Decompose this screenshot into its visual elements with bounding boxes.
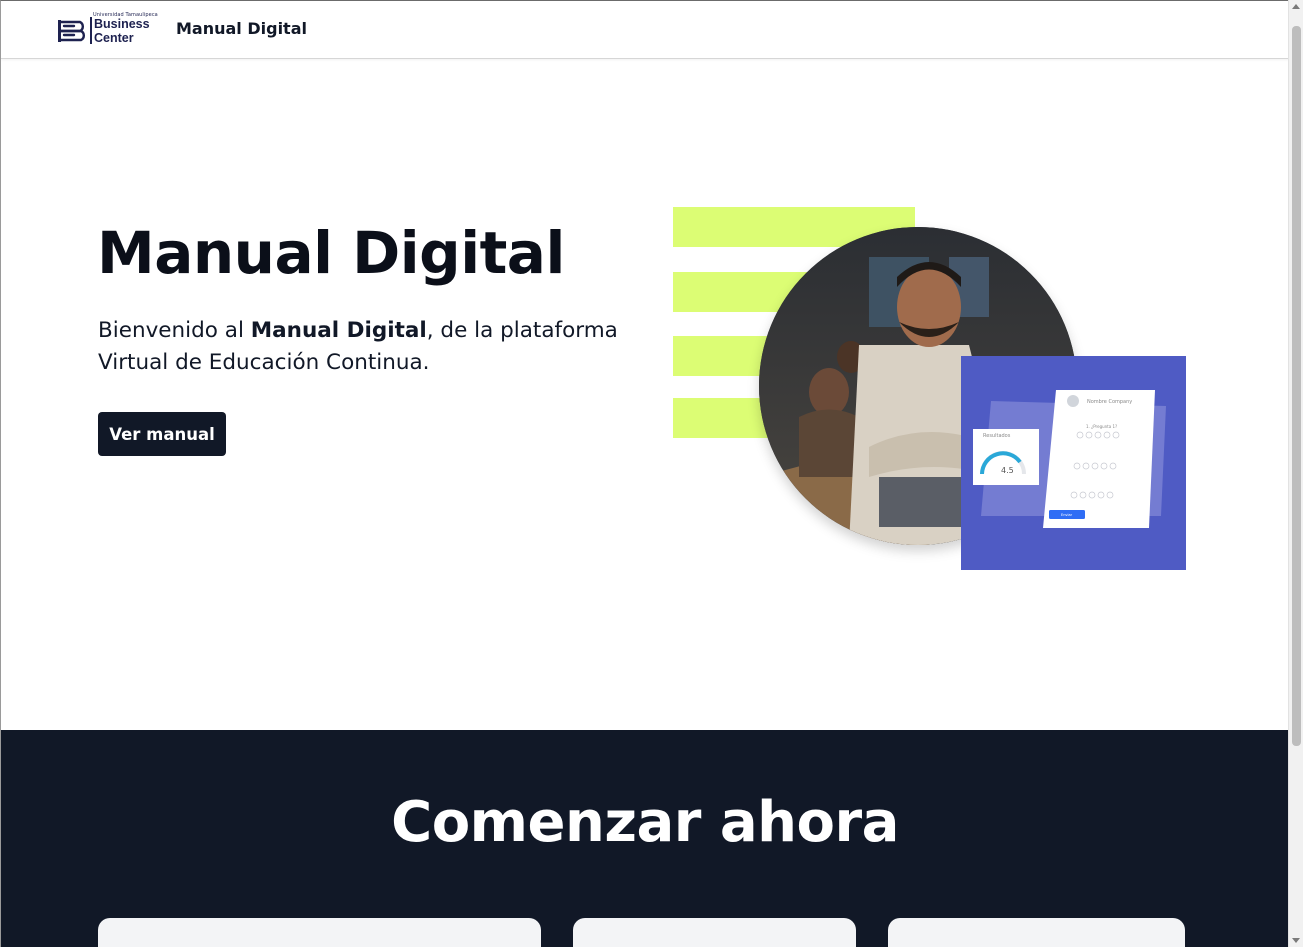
vertical-scrollbar[interactable] — [1288, 0, 1303, 947]
logo-mark-icon — [58, 20, 85, 42]
start-card[interactable] — [573, 918, 856, 947]
hero-illustration: Resultados 4.5 Nombre Company 1. ¿Pregun… — [673, 207, 1188, 572]
business-center-logo[interactable]: Universidad Tamaulipeca Business Center — [57, 12, 158, 48]
mockup-send: Enviar — [1061, 513, 1073, 517]
logo-text-business: Business — [94, 17, 150, 31]
survey-mockup-image: Resultados 4.5 Nombre Company 1. ¿Pregun… — [973, 390, 1166, 528]
start-card[interactable] — [98, 918, 541, 947]
hero-title: Manual Digital — [97, 219, 565, 287]
scroll-up-arrow-icon[interactable] — [1292, 4, 1300, 9]
scroll-down-arrow-icon[interactable] — [1292, 938, 1300, 943]
logo-separator — [90, 17, 92, 44]
site-title[interactable]: Manual Digital — [176, 19, 307, 38]
mockup-score: 4.5 — [1001, 466, 1014, 475]
start-card[interactable] — [888, 918, 1185, 947]
mockup-question: 1. ¿Pregunta 1? — [1086, 424, 1117, 429]
start-section: Comenzar ahora — [1, 730, 1288, 947]
logo-text-center: Center — [94, 31, 134, 45]
hero-description: Bienvenido al Manual Digital, de la plat… — [98, 315, 638, 379]
start-section-title: Comenzar ahora — [391, 790, 899, 855]
scrollbar-thumb[interactable] — [1292, 26, 1301, 746]
top-navbar: Universidad Tamaulipeca Business Center … — [1, 1, 1288, 59]
mockup-company: Nombre Company — [1087, 399, 1132, 405]
mockup-result-label: Resultados — [983, 433, 1011, 439]
ver-manual-button[interactable]: Ver manual — [98, 412, 226, 456]
hero-description-prefix: Bienvenido al — [98, 318, 251, 343]
page-viewport: Universidad Tamaulipeca Business Center … — [0, 0, 1288, 947]
hero-description-bold: Manual Digital — [250, 318, 427, 343]
evaluation-mockup-card: Resultados 4.5 Nombre Company 1. ¿Pregun… — [961, 356, 1186, 570]
